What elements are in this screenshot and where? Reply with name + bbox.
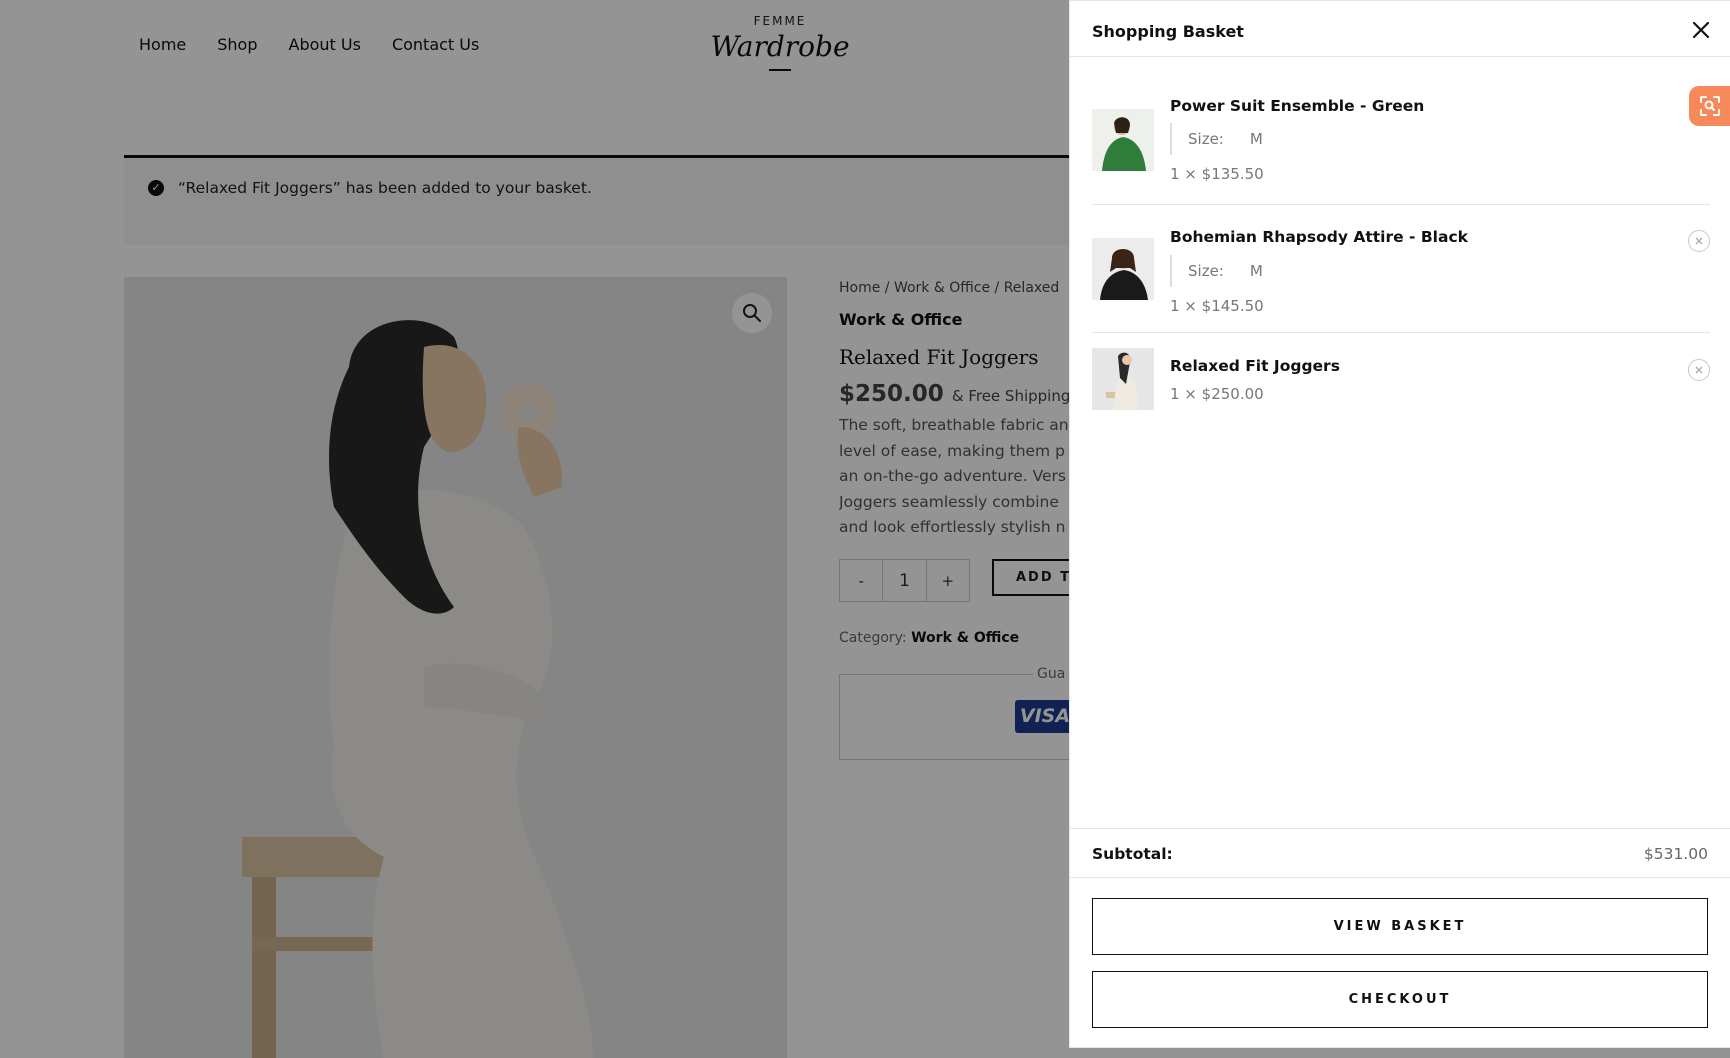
cart-item-thumbnail[interactable] [1092,238,1154,300]
screen-capture-button[interactable] [1689,86,1730,126]
cart-item-quantity-price: 1 × $250.00 [1170,385,1264,403]
cart-item-name[interactable]: Bohemian Rhapsody Attire - Black [1170,228,1468,246]
close-icon [1692,21,1710,39]
cart-items-list: Power Suit Ensemble - Green Size: M 1 × … [1092,81,1710,431]
size-value: M [1249,130,1263,148]
cart-header: Shopping Basket [1070,1,1730,57]
remove-item-button[interactable] [1688,230,1710,252]
cart-title: Shopping Basket [1092,22,1244,41]
cart-item-name[interactable]: Power Suit Ensemble - Green [1170,97,1424,115]
size-value: M [1249,262,1263,280]
remove-item-button[interactable] [1688,359,1710,381]
cart-item-quantity-price: 1 × $145.50 [1170,297,1264,315]
checkout-button[interactable]: CHECKOUT [1092,971,1708,1028]
cart-item-name[interactable]: Relaxed Fit Joggers [1170,357,1340,375]
view-basket-button[interactable]: VIEW BASKET [1092,898,1708,955]
cart-item-variation: Size: M [1170,123,1263,155]
thumbnail-image [1092,238,1154,300]
remove-icon [1695,237,1703,245]
shopping-basket-drawer: Shopping Basket Power Suit Ensemble - Gr… [1069,0,1730,1048]
cart-item-variation: Size: M [1170,255,1263,287]
remove-icon [1695,366,1703,374]
size-label: Size: [1188,262,1224,280]
cart-footer: Subtotal: $531.00 VIEW BASKET CHECKOUT [1070,828,1730,1028]
cart-item-thumbnail[interactable] [1092,109,1154,171]
cart-item: Power Suit Ensemble - Green Size: M 1 × … [1092,81,1710,205]
subtotal-label: Subtotal: [1092,845,1173,863]
subtotal-row: Subtotal: $531.00 [1070,828,1730,878]
cart-item: Bohemian Rhapsody Attire - Black Size: M… [1092,205,1710,333]
cart-item-thumbnail[interactable] [1092,348,1154,410]
screen-capture-icon [1699,96,1720,116]
subtotal-value: $531.00 [1643,845,1708,863]
cart-item-quantity-price: 1 × $135.50 [1170,165,1264,183]
size-label: Size: [1188,130,1224,148]
thumbnail-image [1092,348,1154,410]
cart-item: Relaxed Fit Joggers 1 × $250.00 [1092,333,1710,431]
close-button[interactable] [1682,11,1720,49]
thumbnail-image [1092,109,1154,171]
